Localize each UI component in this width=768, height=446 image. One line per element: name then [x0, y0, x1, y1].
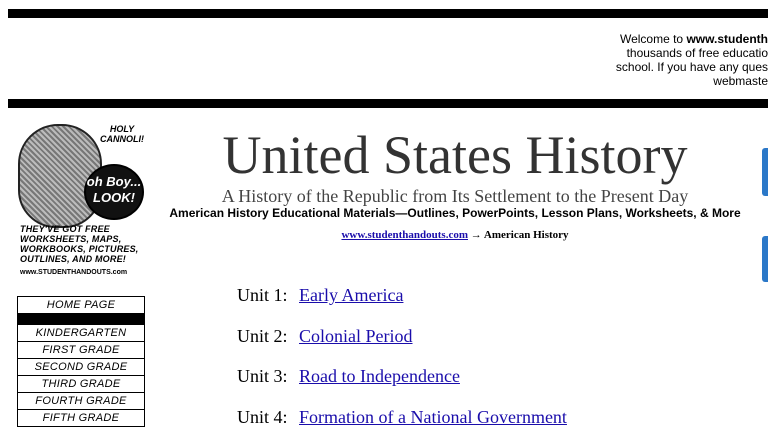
unit-row: Unit 1:Early America	[237, 284, 567, 325]
unit-number: Unit 4:	[237, 406, 299, 428]
mascot-tagline: THEY'VE GOT FREE WORKSHEETS, MAPS, WORKB…	[20, 224, 150, 264]
mascot-logo[interactable]: HOLY CANNOLI! oh Boy... LOOK! THEY'VE GO…	[14, 120, 146, 280]
header-divider-bar	[8, 99, 768, 108]
side-tab-icon[interactable]	[762, 148, 768, 196]
unit-row: Unit 4:Formation of a National Governmen…	[237, 406, 567, 446]
nav-item-fourth-grade[interactable]: FOURTH GRADE	[17, 392, 145, 409]
page-title: United States History	[170, 126, 740, 184]
unit-link-colonial-period[interactable]: Colonial Period	[299, 326, 413, 346]
nav-item-second-grade[interactable]: SECOND GRADE	[17, 358, 145, 375]
nav-item-home-page[interactable]: HOME PAGE	[17, 296, 145, 313]
unit-link-national-government[interactable]: Formation of a National Government	[299, 407, 567, 427]
page-tagline: American History Educational Materials—O…	[165, 206, 745, 220]
side-tab-icon[interactable]	[762, 236, 768, 282]
welcome-line-2: thousands of free educatio	[627, 46, 768, 60]
breadcrumb-current: American History	[484, 229, 569, 241]
welcome-site-name: www.studenth	[686, 32, 768, 46]
welcome-message: Welcome to www.studenth thousands of fre…	[558, 32, 768, 88]
page-subtitle: A History of the Republic from Its Settl…	[170, 186, 740, 206]
unit-row: Unit 3:Road to Independence	[237, 365, 567, 406]
unit-link-road-to-independence[interactable]: Road to Independence	[299, 366, 460, 386]
nav-divider	[17, 313, 145, 324]
unit-number: Unit 1:	[237, 284, 299, 306]
unit-row: Unit 2:Colonial Period	[237, 325, 567, 366]
nav-item-fifth-grade[interactable]: FIFTH GRADE	[17, 409, 145, 427]
unit-number: Unit 2:	[237, 325, 299, 347]
welcome-prefix: Welcome to	[620, 32, 686, 46]
nav-item-kindergarten[interactable]: KINDERGARTEN	[17, 324, 145, 341]
unit-number: Unit 3:	[237, 365, 299, 387]
mascot-exclaim: HOLY CANNOLI!	[98, 124, 146, 144]
unit-list: Unit 1:Early America Unit 2:Colonial Per…	[237, 284, 567, 446]
mascot-site-url: www.STUDENTHANDOUTS.com	[20, 269, 127, 277]
mascot-speech-bubble: oh Boy... LOOK!	[84, 164, 144, 220]
sidebar-nav: HOME PAGE KINDERGARTEN FIRST GRADE SECON…	[17, 296, 145, 427]
nav-item-first-grade[interactable]: FIRST GRADE	[17, 341, 145, 358]
unit-link-early-america[interactable]: Early America	[299, 285, 403, 305]
welcome-line-3: school. If you have any ques	[616, 60, 768, 74]
top-divider-bar	[8, 9, 768, 18]
breadcrumb: www.studenthandouts.com → American Histo…	[170, 228, 740, 242]
breadcrumb-home-link[interactable]: www.studenthandouts.com	[341, 229, 468, 241]
welcome-line-4: webmaste	[713, 74, 768, 88]
breadcrumb-arrow: →	[468, 229, 484, 241]
nav-item-third-grade[interactable]: THIRD GRADE	[17, 375, 145, 392]
